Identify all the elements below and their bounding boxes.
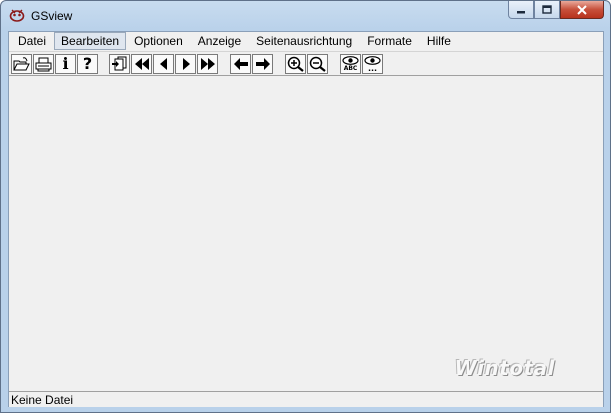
- menu-optionen[interactable]: Optionen: [127, 32, 190, 50]
- info-icon: i: [62, 54, 69, 73]
- zoom-out-button[interactable]: [307, 54, 328, 74]
- goto-page-button[interactable]: [109, 54, 130, 74]
- close-icon: [577, 4, 587, 15]
- menu-bearbeiten[interactable]: Bearbeiten: [54, 32, 127, 50]
- watermark-logo: Wintotal: [454, 356, 555, 380]
- print-icon: [35, 57, 52, 71]
- next-page-button[interactable]: [175, 54, 196, 74]
- title-bar[interactable]: GSview: [1, 1, 610, 31]
- back-button[interactable]: [230, 54, 251, 74]
- caption-buttons: [508, 1, 604, 21]
- menu-hilfe[interactable]: Hilfe: [420, 32, 458, 50]
- client-area: Datei Bearbeiten Optionen Anzeige Seiten…: [8, 31, 604, 407]
- first-page-button[interactable]: [131, 54, 152, 74]
- zoom-in-icon: [287, 56, 304, 72]
- document-view[interactable]: Wintotal: [9, 76, 603, 390]
- next-page-icon: [182, 58, 190, 70]
- window-title: GSview: [31, 9, 73, 23]
- minimize-button[interactable]: [508, 1, 534, 19]
- menu-anzeige[interactable]: Anzeige: [191, 32, 248, 50]
- find-next-label: ...: [367, 64, 378, 73]
- info-button[interactable]: i: [55, 54, 76, 74]
- print-button[interactable]: [33, 54, 54, 74]
- status-bar: Keine Datei: [9, 391, 603, 407]
- last-page-button[interactable]: [197, 54, 218, 74]
- status-text: Keine Datei: [11, 393, 74, 407]
- maximize-icon: [542, 4, 552, 14]
- minimize-icon: [517, 10, 525, 13]
- menu-bar: Datei Bearbeiten Optionen Anzeige Seiten…: [9, 32, 603, 50]
- find-text-label: ABC: [343, 65, 358, 72]
- find-next-button[interactable]: ...: [362, 54, 383, 74]
- menu-seitenausrichtung[interactable]: Seitenausrichtung: [249, 32, 359, 50]
- zoom-in-button[interactable]: [285, 54, 306, 74]
- find-text-button[interactable]: ABC: [340, 54, 361, 74]
- toolbar: i ? ABC ...: [9, 51, 603, 76]
- open-button[interactable]: [11, 54, 32, 74]
- maximize-button[interactable]: [534, 1, 560, 19]
- goto-page-icon: [112, 56, 127, 71]
- menu-formate[interactable]: Formate: [360, 32, 419, 50]
- menu-datei[interactable]: Datei: [11, 32, 53, 50]
- app-window: GSview Datei Bearbeiten Optionen Anzeige…: [0, 0, 611, 413]
- previous-page-icon: [159, 58, 167, 70]
- close-button[interactable]: [560, 1, 604, 19]
- forward-button[interactable]: [252, 54, 273, 74]
- last-page-icon: [200, 58, 215, 70]
- forward-arrow-icon: [255, 58, 270, 70]
- help-icon: ?: [82, 54, 93, 73]
- previous-page-button[interactable]: [153, 54, 174, 74]
- zoom-out-icon: [309, 56, 326, 72]
- open-folder-icon: [13, 56, 30, 70]
- gsview-app-icon[interactable]: [9, 7, 25, 23]
- help-button[interactable]: ?: [77, 54, 98, 74]
- first-page-icon: [134, 58, 149, 70]
- back-arrow-icon: [233, 58, 248, 70]
- find-text-icon: [342, 56, 359, 65]
